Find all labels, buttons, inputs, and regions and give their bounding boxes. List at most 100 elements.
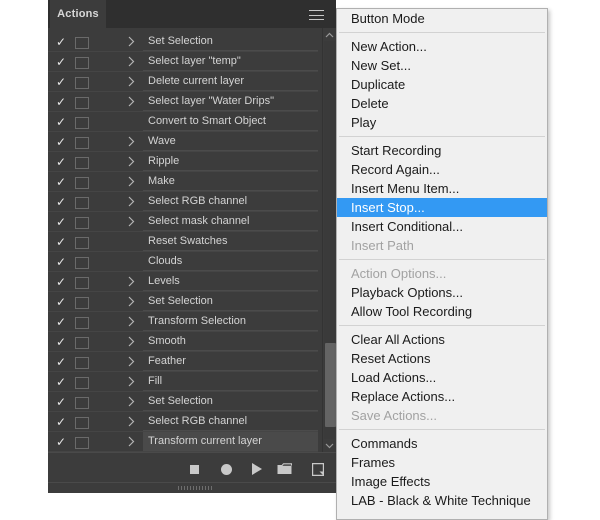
checkmark-icon[interactable]: ✓ (54, 435, 68, 449)
checkmark-icon[interactable]: ✓ (54, 135, 68, 149)
scrollbar-thumb[interactable] (325, 343, 336, 428)
table-row[interactable]: ✓ Smooth (48, 332, 318, 352)
menu-item[interactable]: Playback Options... (337, 283, 547, 302)
chevron-right-icon[interactable] (128, 336, 138, 348)
panel-resize-footer[interactable] (48, 482, 336, 493)
menu-item[interactable]: Reset Actions (337, 349, 547, 368)
chevron-right-icon[interactable] (128, 376, 138, 388)
menu-item[interactable]: Allow Tool Recording (337, 302, 547, 321)
dialog-toggle-box-icon[interactable] (75, 397, 89, 409)
dialog-toggle-box-icon[interactable] (75, 197, 89, 209)
checkmark-icon[interactable]: ✓ (54, 55, 68, 69)
dialog-toggle-box-icon[interactable] (75, 137, 89, 149)
table-row[interactable]: ✓ Ripple (48, 152, 318, 172)
table-row[interactable]: ✓ Select mask channel (48, 212, 318, 232)
record-button[interactable] (218, 461, 234, 477)
table-row[interactable]: ✓ Select layer "Water Drips" (48, 92, 318, 112)
checkmark-icon[interactable]: ✓ (54, 215, 68, 229)
menu-item[interactable]: Duplicate (337, 75, 547, 94)
checkmark-icon[interactable]: ✓ (54, 115, 68, 129)
table-row[interactable]: ✓ Reset Swatches (48, 232, 318, 252)
dialog-toggle-box-icon[interactable] (75, 37, 89, 49)
play-button[interactable] (249, 461, 265, 477)
table-row[interactable]: ✓ Levels (48, 272, 318, 292)
tab-actions[interactable]: Actions (50, 0, 106, 28)
chevron-down-icon[interactable] (323, 439, 336, 452)
dialog-toggle-box-icon[interactable] (75, 377, 89, 389)
chevron-right-icon[interactable] (128, 36, 138, 48)
checkmark-icon[interactable]: ✓ (54, 75, 68, 89)
dialog-toggle-box-icon[interactable] (75, 97, 89, 109)
checkmark-icon[interactable]: ✓ (54, 395, 68, 409)
menu-item[interactable]: Play (337, 113, 547, 132)
chevron-up-icon[interactable] (323, 28, 336, 41)
table-row[interactable]: ✓ Set Selection (48, 32, 318, 52)
menu-item[interactable]: Button Mode (337, 9, 547, 28)
scrollbar-track[interactable] (324, 41, 336, 439)
checkmark-icon[interactable]: ✓ (54, 315, 68, 329)
checkmark-icon[interactable]: ✓ (54, 95, 68, 109)
table-row[interactable]: ✓ Set Selection (48, 292, 318, 312)
chevron-right-icon[interactable] (128, 436, 138, 448)
checkmark-icon[interactable]: ✓ (54, 175, 68, 189)
table-row[interactable]: ✓ Select RGB channel (48, 192, 318, 212)
dialog-toggle-box-icon[interactable] (75, 437, 89, 449)
menu-item[interactable]: Clear All Actions (337, 330, 547, 349)
table-row[interactable]: ✓ Transform Selection (48, 312, 318, 332)
chevron-right-icon[interactable] (128, 176, 138, 188)
dialog-toggle-box-icon[interactable] (75, 277, 89, 289)
menu-item[interactable]: New Set... (337, 56, 547, 75)
chevron-right-icon[interactable] (128, 396, 138, 408)
chevron-right-icon[interactable] (128, 96, 138, 108)
chevron-right-icon[interactable] (128, 356, 138, 368)
chevron-right-icon[interactable] (128, 136, 138, 148)
checkmark-icon[interactable]: ✓ (54, 295, 68, 309)
menu-item[interactable]: Delete (337, 94, 547, 113)
menu-item[interactable]: New Action... (337, 37, 547, 56)
menu-item[interactable]: Insert Menu Item... (337, 179, 547, 198)
hamburger-icon[interactable] (309, 10, 324, 20)
checkmark-icon[interactable]: ✓ (54, 155, 68, 169)
chevron-right-icon[interactable] (128, 216, 138, 228)
stop-button[interactable] (186, 461, 202, 477)
table-row[interactable]: ✓ Convert to Smart Object (48, 112, 318, 132)
new-set-button[interactable] (276, 461, 292, 477)
checkmark-icon[interactable]: ✓ (54, 355, 68, 369)
chevron-right-icon[interactable] (128, 156, 138, 168)
menu-item[interactable]: LAB - Black & White Technique (337, 491, 547, 510)
menu-item[interactable]: Record Again... (337, 160, 547, 179)
actions-list-body[interactable]: ✓ Set Selection ✓ Select layer "temp" ✓ Delet… (48, 28, 336, 452)
checkmark-icon[interactable]: ✓ (54, 375, 68, 389)
dialog-toggle-box-icon[interactable] (75, 417, 89, 429)
menu-item[interactable]: Frames (337, 453, 547, 472)
dialog-toggle-box-icon[interactable] (75, 297, 89, 309)
actions-scrollbar[interactable] (322, 28, 336, 452)
dialog-toggle-box-icon[interactable] (75, 237, 89, 249)
menu-item[interactable]: Insert Conditional... (337, 217, 547, 236)
table-row[interactable]: ✓ Transform current layer (48, 432, 318, 452)
dialog-toggle-box-icon[interactable] (75, 257, 89, 269)
dialog-toggle-box-icon[interactable] (75, 217, 89, 229)
menu-item[interactable]: Insert Stop... (337, 198, 547, 217)
chevron-right-icon[interactable] (128, 56, 138, 68)
dialog-toggle-box-icon[interactable] (75, 77, 89, 89)
checkmark-icon[interactable]: ✓ (54, 275, 68, 289)
chevron-right-icon[interactable] (128, 296, 138, 308)
checkmark-icon[interactable]: ✓ (54, 335, 68, 349)
chevron-right-icon[interactable] (128, 316, 138, 328)
checkmark-icon[interactable]: ✓ (54, 235, 68, 249)
table-row[interactable]: ✓ Make (48, 172, 318, 192)
panel-flyout-menu[interactable]: Button Mode New Action... New Set... Duplic… (336, 8, 548, 520)
table-row[interactable]: ✓ Set Selection (48, 392, 318, 412)
menu-item[interactable]: Replace Actions... (337, 387, 547, 406)
chevron-right-icon[interactable] (128, 76, 138, 88)
chevron-right-icon[interactable] (128, 276, 138, 288)
table-row[interactable]: ✓ Fill (48, 372, 318, 392)
checkmark-icon[interactable]: ✓ (54, 35, 68, 49)
table-row[interactable]: ✓ Feather (48, 352, 318, 372)
resize-grip-icon[interactable] (178, 486, 212, 490)
dialog-toggle-box-icon[interactable] (75, 177, 89, 189)
dialog-toggle-box-icon[interactable] (75, 337, 89, 349)
checkmark-icon[interactable]: ✓ (54, 255, 68, 269)
chevron-right-icon[interactable] (128, 416, 138, 428)
